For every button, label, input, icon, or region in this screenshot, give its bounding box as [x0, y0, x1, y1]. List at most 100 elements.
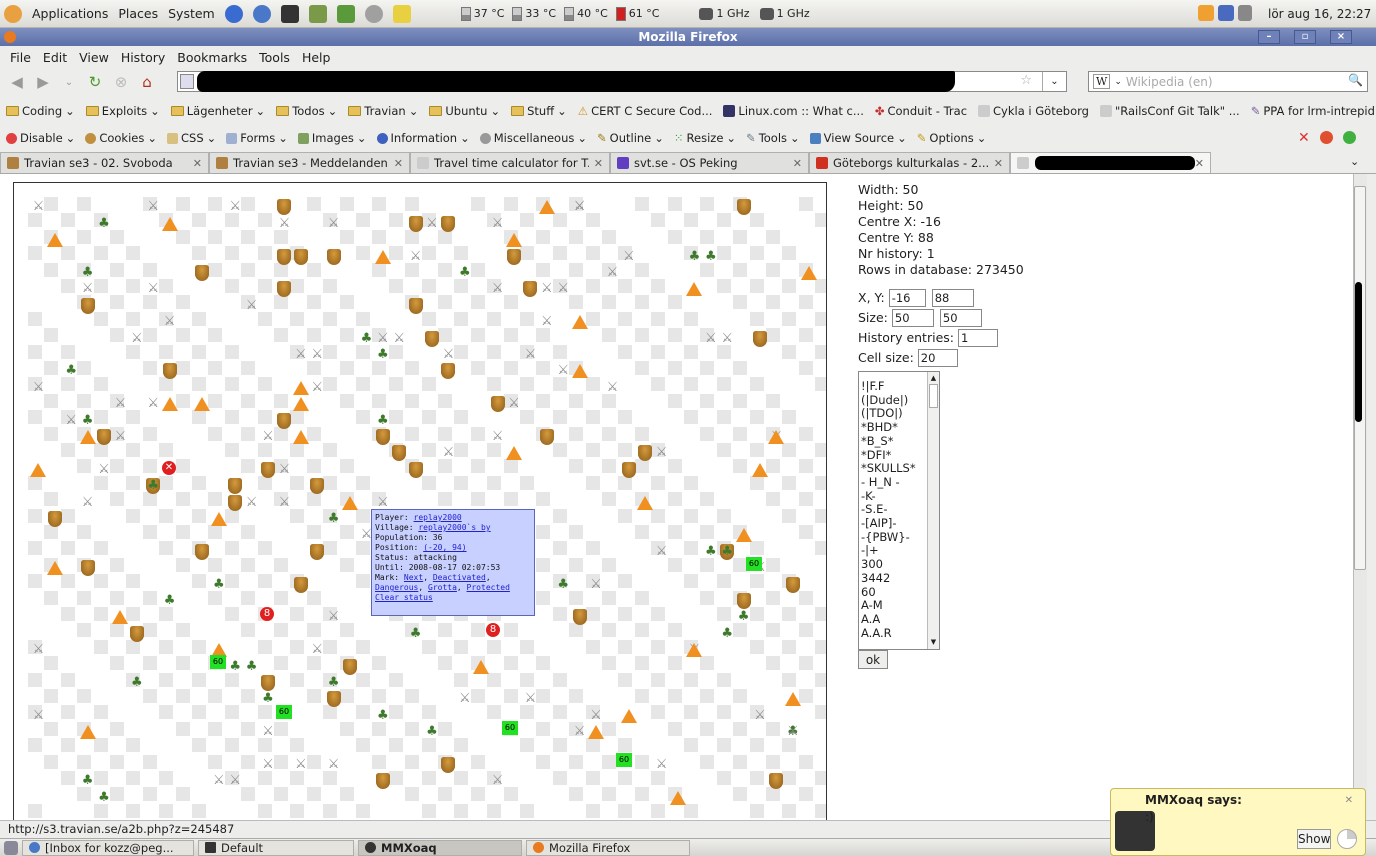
wd-options[interactable]: ✎ Options ⌄ [917, 131, 987, 145]
map-cell[interactable] [552, 607, 567, 621]
map-cell[interactable] [356, 508, 370, 523]
swords-icon[interactable]: ⚔ [604, 265, 620, 281]
error-x-icon[interactable]: ✕ [1298, 130, 1310, 146]
map-cell[interactable] [815, 672, 826, 687]
swords-icon[interactable]: ⚔ [506, 396, 522, 412]
map-cell[interactable] [356, 246, 370, 261]
map-cell[interactable] [192, 672, 206, 687]
map-cell[interactable] [684, 738, 698, 753]
map-cell[interactable] [323, 803, 338, 818]
map-cell[interactable] [159, 541, 174, 556]
shield-icon[interactable] [768, 773, 784, 790]
map-cell[interactable] [503, 623, 518, 638]
shield-icon[interactable] [752, 330, 768, 347]
map-cell[interactable] [667, 656, 682, 671]
map-cell[interactable] [241, 787, 256, 802]
map-cell[interactable] [241, 459, 256, 474]
tree-icon[interactable]: ♣ [719, 626, 735, 642]
map-cell[interactable] [569, 295, 584, 310]
shield-icon[interactable] [227, 478, 243, 495]
map-cell[interactable] [110, 623, 124, 638]
map-cell[interactable] [438, 492, 452, 507]
map-cell[interactable] [44, 262, 59, 277]
map-cell[interactable] [585, 213, 600, 228]
search-icon[interactable]: 🔍 [1348, 73, 1363, 87]
swords-icon[interactable]: ⚔ [30, 199, 46, 215]
map-cell[interactable] [602, 721, 616, 736]
volume-icon[interactable] [1238, 5, 1252, 21]
warning-triangle-icon[interactable] [588, 724, 604, 740]
swords-icon[interactable]: ⚔ [129, 331, 145, 347]
map-cell[interactable] [618, 738, 633, 753]
map-cell[interactable] [503, 459, 518, 474]
map-cell[interactable] [241, 525, 256, 539]
swords-icon[interactable]: ⚔ [555, 281, 571, 297]
map-cell[interactable] [208, 229, 223, 244]
map-cell[interactable] [815, 311, 826, 326]
mark-next-link[interactable]: Next [404, 573, 423, 582]
map-cell[interactable] [339, 393, 354, 408]
map-cell[interactable] [651, 705, 666, 720]
map-cell[interactable] [618, 639, 633, 654]
map-cell[interactable] [438, 295, 452, 310]
gnome-foot-icon[interactable] [4, 4, 22, 23]
map-cell[interactable] [405, 229, 420, 244]
map-cell[interactable] [208, 328, 223, 343]
map-cell[interactable] [28, 508, 42, 523]
tree-icon[interactable]: ♣ [80, 773, 96, 789]
map-cell[interactable] [388, 672, 403, 687]
map-cell[interactable] [142, 623, 157, 638]
swords-icon[interactable]: ⚔ [96, 462, 112, 478]
map-cell[interactable] [126, 475, 141, 490]
map-cell[interactable] [798, 623, 813, 638]
map-cell[interactable] [175, 197, 190, 211]
map-cell[interactable] [339, 328, 354, 343]
map-cell[interactable] [815, 443, 826, 457]
map-cell[interactable] [323, 344, 338, 359]
map-cell[interactable] [700, 590, 715, 605]
map-cell[interactable] [651, 475, 666, 490]
map-cell[interactable] [520, 410, 534, 425]
map-cell[interactable] [684, 574, 698, 589]
tree-icon[interactable]: ♣ [326, 511, 342, 527]
map-cell[interactable] [782, 803, 797, 818]
swords-icon[interactable]: ⚔ [522, 691, 538, 707]
map-cell[interactable] [93, 377, 108, 392]
map-cell[interactable] [110, 590, 124, 605]
map-cell[interactable] [749, 803, 764, 818]
notification-close-icon[interactable]: ✕ [1345, 795, 1353, 806]
map-cell[interactable] [487, 475, 502, 490]
map-cell[interactable] [60, 771, 75, 785]
tree-icon[interactable]: ♣ [555, 577, 571, 593]
map-cell[interactable] [815, 508, 826, 523]
map-cell[interactable] [552, 771, 567, 785]
map-cell[interactable] [372, 689, 387, 703]
tree-icon[interactable]: ♣ [703, 544, 719, 560]
map-cell[interactable] [257, 771, 272, 785]
bookmark-linux-com[interactable]: Linux.com :: What c... [723, 104, 864, 118]
map-cell[interactable] [257, 639, 272, 654]
map-cell[interactable] [28, 574, 42, 589]
map-cell[interactable] [356, 803, 370, 818]
map-cell[interactable] [388, 344, 403, 359]
warning-triangle-icon[interactable] [801, 265, 818, 281]
map-cell[interactable] [421, 771, 436, 785]
map-cell[interactable] [388, 705, 403, 720]
map-cell[interactable] [470, 328, 485, 343]
swords-icon[interactable]: ⚔ [572, 199, 588, 215]
map-cell[interactable] [339, 197, 354, 211]
swords-icon[interactable]: ⚔ [309, 380, 325, 396]
tree-icon[interactable]: ♣ [260, 691, 276, 707]
map-cell[interactable] [306, 361, 321, 375]
map-cell[interactable] [77, 459, 92, 474]
shield-icon[interactable] [309, 478, 325, 495]
swords-icon[interactable]: ⚔ [490, 773, 506, 789]
map-cell[interactable] [733, 754, 748, 769]
tab-svt[interactable]: svt.se - OS Peking ✕ [610, 152, 809, 173]
map-cell[interactable] [110, 229, 124, 244]
map-cell[interactable] [684, 311, 698, 326]
map-cell[interactable] [651, 311, 666, 326]
map-cell[interactable] [716, 443, 731, 457]
map-cell[interactable] [126, 443, 141, 457]
map-cell[interactable] [782, 475, 797, 490]
